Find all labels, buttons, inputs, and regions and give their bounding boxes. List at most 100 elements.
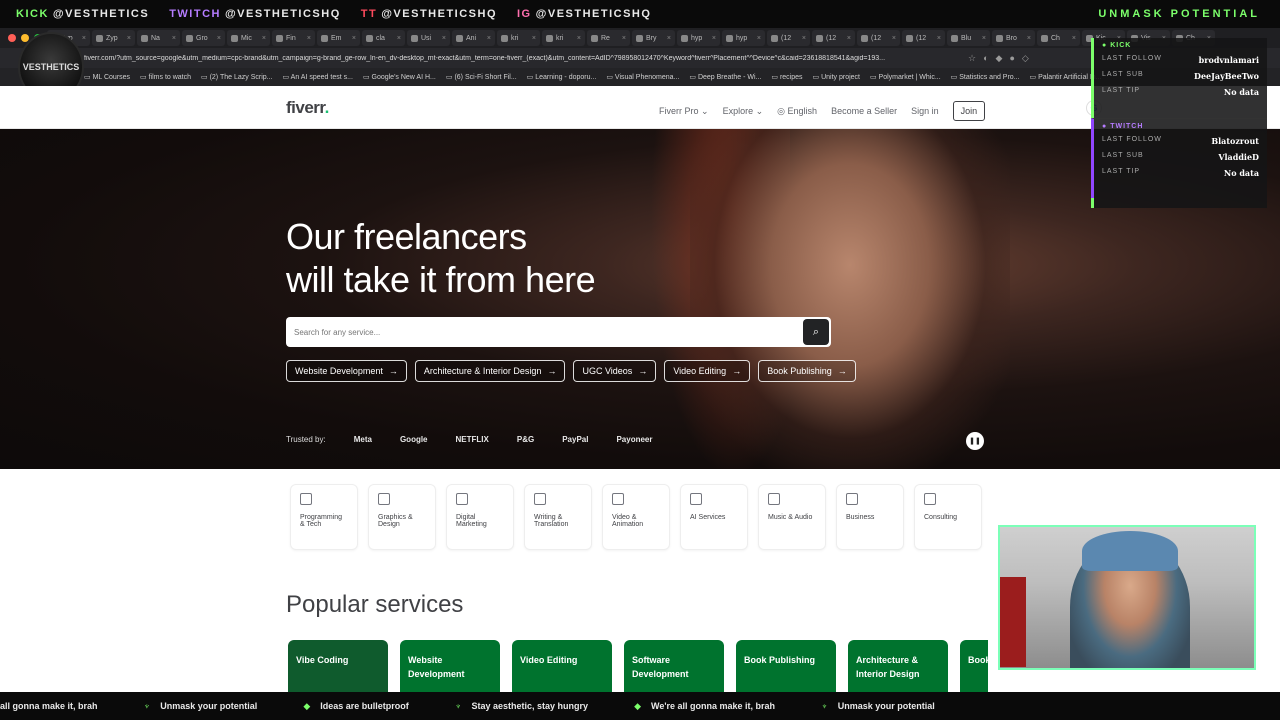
join-button[interactable]: Join	[952, 101, 986, 121]
browser-tab[interactable]: (12 ×	[902, 30, 945, 46]
fiverr-logo[interactable]: fiverr.	[286, 98, 329, 118]
category-card[interactable]: Business	[836, 484, 904, 550]
pause-video-button[interactable]: ❚❚	[966, 432, 984, 450]
bookmark-item[interactable]: ▭ Google's New AI H...	[363, 73, 436, 81]
popular-service-card[interactable]: Vibe Coding	[288, 640, 388, 692]
category-card[interactable]: Digital Marketing	[446, 484, 514, 550]
browser-tab[interactable]: Blu ×	[947, 30, 990, 46]
close-tab-icon[interactable]: ×	[982, 35, 986, 42]
extension-icon[interactable]: ◇	[1022, 53, 1029, 64]
address-bar[interactable]: fiverr.com/?utm_source=google&utm_medium…	[0, 48, 1280, 68]
popular-service-card[interactable]: Software Development	[624, 640, 724, 692]
close-tab-icon[interactable]: ×	[262, 35, 266, 42]
bookmark-item[interactable]: ▭ (6) Sci-Fi Short Fil...	[446, 73, 517, 81]
bookmark-item[interactable]: ▭ films to watch	[140, 73, 191, 81]
browser-tab[interactable]: cla ×	[362, 30, 405, 46]
category-card[interactable]: Video & Animation	[602, 484, 670, 550]
close-tab-icon[interactable]: ×	[847, 35, 851, 42]
bookmark-item[interactable]: ▭ (2) The Lazy Scrip...	[201, 73, 272, 81]
close-tab-icon[interactable]: ×	[532, 35, 536, 42]
extension-icon[interactable]: ◆	[996, 53, 1003, 64]
extension-icon[interactable]: ◐	[983, 53, 988, 64]
close-tab-icon[interactable]: ×	[802, 35, 806, 42]
browser-tab[interactable]: Na ×	[137, 30, 180, 46]
browser-tab[interactable]: kri ×	[542, 30, 585, 46]
browser-tab[interactable]: Bro ×	[992, 30, 1035, 46]
chip-video-editing[interactable]: Video Editing →	[664, 360, 751, 382]
close-tab-icon[interactable]: ×	[352, 35, 356, 42]
close-tab-icon[interactable]: ×	[127, 35, 131, 42]
popular-service-card[interactable]: Architecture & Interior Design	[848, 640, 948, 692]
browser-tab[interactable]: Ani ×	[452, 30, 495, 46]
bookmark-item[interactable]: ▭ Deep Breathe - Wi...	[689, 73, 761, 81]
browser-tab[interactable]: Gro ×	[182, 30, 225, 46]
row-value: DeeJayBeeTwo	[1194, 71, 1259, 81]
popular-service-card[interactable]: Book	[960, 640, 988, 692]
nav-fiverr-pro[interactable]: Fiverr Pro ⌄	[659, 106, 709, 117]
close-tab-icon[interactable]: ×	[172, 35, 176, 42]
bookmark-item[interactable]: ▭ Unity project	[813, 73, 860, 81]
browser-tab[interactable]: (12 ×	[857, 30, 900, 46]
popular-service-card[interactable]: Book Publishing	[736, 640, 836, 692]
browser-tab[interactable]: Fin ×	[272, 30, 315, 46]
extension-icon[interactable]: ●	[1009, 53, 1014, 64]
browser-tab[interactable]: (12 ×	[767, 30, 810, 46]
category-card[interactable]: Writing & Translation	[524, 484, 592, 550]
bookmark-label: Learning - doporu...	[535, 74, 597, 81]
url-text[interactable]: fiverr.com/?utm_source=google&utm_medium…	[84, 55, 954, 62]
chip-label: Book Publishing	[767, 366, 832, 376]
close-tab-icon[interactable]: ×	[307, 35, 311, 42]
category-card[interactable]: Consulting	[914, 484, 982, 550]
bookmark-star-icon[interactable]: ☆	[968, 53, 976, 64]
close-tab-icon[interactable]: ×	[397, 35, 401, 42]
window-close-button[interactable]	[8, 34, 16, 42]
bookmark-item[interactable]: ▭ Learning - doporu...	[527, 73, 597, 81]
close-tab-icon[interactable]: ×	[217, 35, 221, 42]
bookmark-item[interactable]: ▭ Visual Phenomena...	[606, 73, 679, 81]
bookmark-item[interactable]: ▭ Statistics and Pro...	[951, 73, 1020, 81]
nav-sign-in[interactable]: Sign in	[911, 106, 939, 116]
category-card[interactable]: Music & Audio	[758, 484, 826, 550]
bookmark-item[interactable]: ▭ ML Courses	[84, 73, 130, 81]
search-button[interactable]: ⌕	[803, 319, 829, 345]
close-tab-icon[interactable]: ×	[82, 35, 86, 42]
search-input[interactable]	[286, 317, 786, 347]
browser-tab[interactable]: (12 ×	[812, 30, 855, 46]
close-tab-icon[interactable]: ×	[667, 35, 671, 42]
bookmark-item[interactable]: ▭ An AI speed test s...	[282, 73, 352, 81]
close-tab-icon[interactable]: ×	[892, 35, 896, 42]
browser-tab[interactable]: hyp ×	[677, 30, 720, 46]
close-tab-icon[interactable]: ×	[757, 35, 761, 42]
close-tab-icon[interactable]: ×	[712, 35, 716, 42]
category-card[interactable]: AI Services	[680, 484, 748, 550]
browser-tab[interactable]: kri ×	[497, 30, 540, 46]
close-tab-icon[interactable]: ×	[1027, 35, 1031, 42]
browser-tab[interactable]: Zyp ×	[92, 30, 135, 46]
browser-tab[interactable]: hyp ×	[722, 30, 765, 46]
popular-service-card[interactable]: Video Editing	[512, 640, 612, 692]
close-tab-icon[interactable]: ×	[622, 35, 626, 42]
close-tab-icon[interactable]: ×	[487, 35, 491, 42]
close-tab-icon[interactable]: ×	[1072, 35, 1076, 42]
browser-tab[interactable]: Mic ×	[227, 30, 270, 46]
bookmark-item[interactable]: ▭ recipes	[771, 73, 802, 81]
category-card[interactable]: Graphics & Design	[368, 484, 436, 550]
close-tab-icon[interactable]: ×	[937, 35, 941, 42]
category-card[interactable]: Programming & Tech	[290, 484, 358, 550]
browser-tab[interactable]: Em ×	[317, 30, 360, 46]
bookmark-item[interactable]: ▭ Polymarket | Whic...	[870, 73, 941, 81]
close-tab-icon[interactable]: ×	[577, 35, 581, 42]
popular-service-card[interactable]: Website Development	[400, 640, 500, 692]
nav-language[interactable]: ◎ English	[777, 106, 817, 117]
browser-tab[interactable]: Re ×	[587, 30, 630, 46]
chip-architecture-interior-design[interactable]: Architecture & Interior Design →	[414, 360, 566, 382]
browser-tab[interactable]: Usi ×	[407, 30, 450, 46]
browser-tab[interactable]: Ch ×	[1037, 30, 1080, 46]
browser-tab[interactable]: Bry ×	[632, 30, 675, 46]
close-tab-icon[interactable]: ×	[442, 35, 446, 42]
chip-ugc-videos[interactable]: UGC Videos →	[573, 360, 657, 382]
nav-explore[interactable]: Explore ⌄	[723, 106, 764, 117]
chip-book-publishing[interactable]: Book Publishing →	[758, 360, 856, 382]
nav-become-seller[interactable]: Become a Seller	[831, 106, 897, 116]
chip-website-development[interactable]: Website Development →	[286, 360, 407, 382]
